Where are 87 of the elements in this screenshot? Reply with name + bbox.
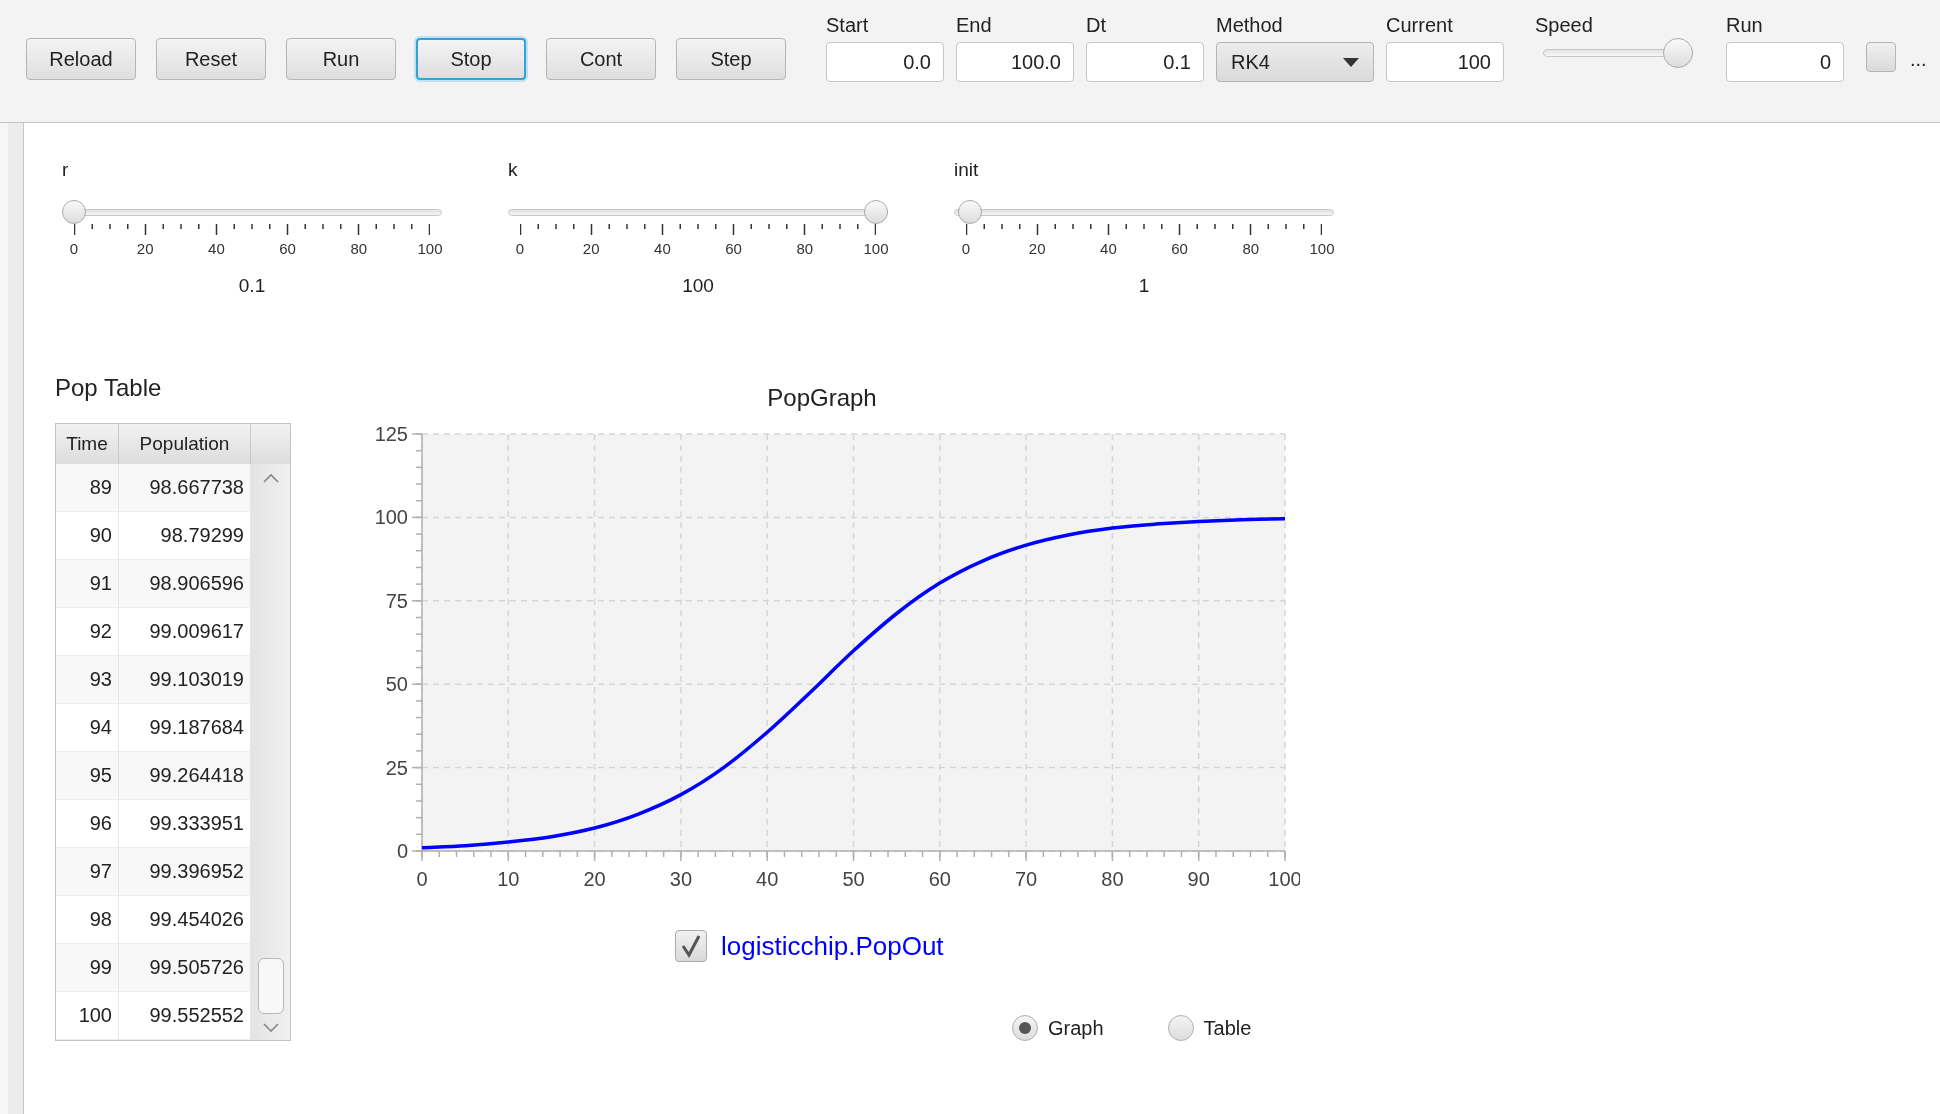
field-label: Dt	[1086, 13, 1106, 38]
x-tick-label: 100	[1268, 868, 1300, 890]
y-tick-label: 125	[374, 423, 408, 445]
slider-label: r	[62, 158, 69, 182]
slider-label: init	[954, 158, 979, 182]
x-tick-label: 20	[583, 868, 606, 890]
field-label: Speed	[1535, 13, 1593, 38]
field-label: Current	[1386, 13, 1453, 38]
tick-label: 60	[279, 239, 296, 259]
tick-label: 60	[725, 239, 742, 259]
column-header[interactable]: Population	[119, 424, 251, 464]
tick-label: 100	[1309, 239, 1335, 259]
slider-thumb[interactable]	[957, 200, 982, 224]
tick-label: 100	[417, 239, 443, 259]
toolbar-button[interactable]: Stop	[416, 38, 526, 80]
tick-label: 80	[350, 239, 368, 259]
slider-track[interactable]	[62, 200, 442, 224]
slider-thumb[interactable]	[62, 200, 87, 224]
x-tick-label: 30	[669, 868, 693, 890]
tick-label: 0	[69, 239, 79, 259]
slider-thumb[interactable]	[1663, 38, 1693, 68]
tick-label: 20	[582, 239, 600, 259]
method-dropdown[interactable]: RK4	[1216, 42, 1374, 82]
y-tick-label: 25	[385, 756, 408, 779]
y-tick-label: 75	[385, 589, 408, 612]
tick-label: 80	[796, 239, 814, 259]
table-cell: 100	[56, 992, 119, 1040]
toggle-checkbox[interactable]	[1866, 42, 1896, 72]
slider-value: 0.1	[238, 274, 266, 298]
toolbar-button[interactable]: Reload	[26, 38, 136, 80]
x-tick-label: 0	[416, 868, 428, 890]
x-tick-label: 50	[842, 868, 865, 890]
column-header[interactable]: Time	[56, 424, 119, 464]
x-tick-label: 10	[497, 868, 520, 890]
y-tick-label: 100	[374, 506, 408, 529]
x-tick-label: 80	[1101, 868, 1124, 890]
field-label: Run	[1726, 13, 1763, 38]
scroll-down-icon[interactable]	[261, 1022, 280, 1034]
field-label: Method	[1216, 13, 1283, 38]
legend-label: logisticchip.PopOut	[721, 930, 944, 962]
field-label: Start	[826, 13, 869, 38]
scroll-up-icon[interactable]	[261, 472, 280, 484]
tick-label: 60	[1171, 239, 1188, 259]
y-tick-label: 50	[385, 673, 408, 696]
radio-button[interactable]	[1012, 1015, 1038, 1041]
scrollbar-thumb[interactable]	[257, 958, 284, 1014]
caret-icon	[1343, 57, 1359, 67]
tick-label: 40	[208, 239, 225, 259]
header-corner	[251, 424, 290, 464]
table-title: Pop Table	[55, 373, 162, 403]
slider-value: 100	[682, 274, 714, 298]
tick-label: 0	[961, 239, 971, 259]
x-tick-label: 40	[756, 868, 779, 890]
toolbar-button[interactable]: Cont	[546, 38, 656, 80]
input-field[interactable]: 0.1	[1086, 42, 1204, 82]
slider-track[interactable]	[954, 200, 1334, 224]
tick-label: 20	[136, 239, 154, 259]
x-tick-label: 70	[1014, 868, 1038, 890]
tick-label: 40	[654, 239, 671, 259]
input-field[interactable]: 0.0	[826, 42, 944, 82]
x-tick-label: 60	[928, 868, 951, 890]
tick-label: 0	[515, 239, 525, 259]
speed-slider[interactable]	[1543, 38, 1693, 68]
toolbar-button[interactable]: Reset	[156, 38, 266, 80]
more-button[interactable]: ...	[1910, 48, 1927, 71]
radio-label[interactable]: Table	[1203, 1016, 1252, 1040]
toolbar-button[interactable]: Step	[676, 38, 786, 80]
field-label: End	[956, 13, 992, 38]
tick-label: 80	[1242, 239, 1260, 259]
input-field[interactable]: 100	[1386, 42, 1504, 82]
radio-button[interactable]	[1167, 1015, 1194, 1041]
toolbar-button[interactable]: Run	[286, 38, 396, 80]
chart-title: PopGraph	[767, 384, 877, 411]
slider-label: k	[508, 158, 518, 182]
legend-checkbox[interactable]	[675, 930, 707, 962]
radio-label[interactable]: Graph	[1048, 1016, 1104, 1040]
tick-label: 40	[1100, 239, 1117, 259]
slider-track[interactable]	[508, 200, 888, 224]
tick-label: 100	[863, 239, 889, 259]
input-field[interactable]: 0	[1726, 42, 1844, 82]
input-field[interactable]: 100.0	[956, 42, 1074, 82]
scrollbar[interactable]	[251, 464, 290, 1040]
tick-label: 20	[1028, 239, 1046, 259]
x-tick-label: 90	[1187, 868, 1210, 890]
slider-value: 1	[1138, 274, 1150, 298]
slider-thumb[interactable]	[864, 200, 888, 224]
y-tick-label: 0	[396, 840, 408, 862]
